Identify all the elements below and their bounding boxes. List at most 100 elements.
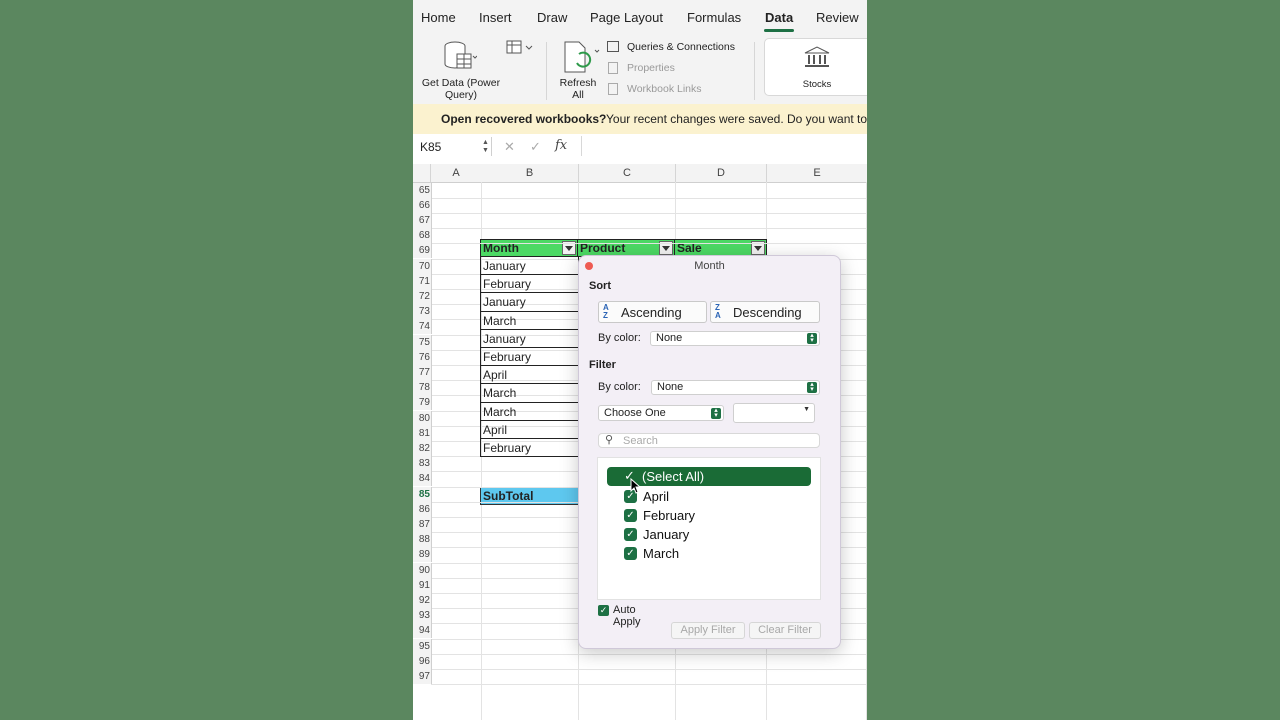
row-header[interactable]: 76 [413, 349, 432, 365]
sort-by-color-select[interactable]: None ▴ ▾ [650, 331, 820, 346]
tab-formulas[interactable]: Formulas [687, 10, 741, 25]
filter-by-color-label: By color: [598, 381, 641, 393]
column-header-b[interactable]: B [481, 164, 579, 183]
queries-connections-button[interactable]: Queries & Connections [627, 41, 735, 53]
recovery-notification-bar: Open recovered workbooks? Your recent ch… [413, 104, 867, 135]
tab-page-layout[interactable]: Page Layout [590, 10, 663, 25]
select-all-label: (Select All) [642, 469, 705, 484]
row-header[interactable]: 96 [413, 653, 432, 669]
column-header-e[interactable]: E [767, 164, 867, 183]
row-header[interactable]: 85 [413, 486, 432, 502]
month-cell[interactable]: February [480, 274, 579, 294]
row-header[interactable]: 94 [413, 623, 432, 639]
sort-descending-button[interactable]: ZA Descending [710, 301, 820, 323]
column-header-a[interactable]: A [431, 164, 482, 183]
row-header[interactable]: 67 [413, 212, 432, 229]
notification-title[interactable]: Open recovered workbooks? [441, 112, 606, 126]
row-header[interactable]: 72 [413, 288, 432, 305]
descending-label: Descending [733, 305, 802, 320]
month-cell[interactable]: January [480, 292, 579, 312]
notification-message: Your recent changes were saved. Do you w… [606, 112, 867, 126]
month-cell[interactable]: January [480, 256, 579, 276]
row-header[interactable]: 88 [413, 532, 432, 548]
row-header[interactable]: 87 [413, 516, 432, 533]
row-header[interactable]: 66 [413, 197, 432, 213]
sort-ascending-button[interactable]: AZ Ascending [598, 301, 707, 323]
row-header[interactable]: 73 [413, 304, 432, 320]
month-cell[interactable]: April [480, 365, 579, 385]
properties-icon [608, 62, 618, 74]
row-header[interactable]: 93 [413, 608, 432, 624]
insert-function-icon[interactable]: fx [555, 138, 567, 153]
row-header[interactable]: 78 [413, 380, 432, 396]
sort-by-color-value: None [656, 332, 683, 344]
list-item-label: March [643, 546, 680, 561]
tab-review[interactable]: Review [816, 10, 859, 25]
row-header[interactable]: 84 [413, 471, 432, 487]
table-from-range-icon[interactable] [506, 40, 536, 56]
checkbox-checked-icon[interactable]: ✓ [624, 509, 637, 522]
row-header[interactable]: 75 [413, 334, 432, 350]
filter-popover: Month Sort AZ Ascending ZA Descending By… [578, 255, 841, 649]
tab-draw[interactable]: Draw [537, 10, 567, 25]
checkbox-checked-icon[interactable]: ✓ [624, 528, 637, 541]
row-header[interactable]: 70 [413, 258, 432, 274]
properties-button[interactable]: Properties [627, 62, 675, 74]
condition-value-combo[interactable]: ▼ [733, 403, 815, 423]
row-header[interactable]: 90 [413, 562, 432, 578]
refresh-all-button[interactable]: Refresh All [553, 38, 603, 101]
row-header[interactable]: 77 [413, 364, 432, 381]
gridline [431, 653, 867, 655]
row-header[interactable]: 83 [413, 456, 432, 472]
stocks-button[interactable]: Stocks [764, 38, 867, 96]
get-data-button[interactable]: Get Data (Power Query) [419, 38, 503, 101]
row-header[interactable]: 86 [413, 501, 432, 517]
row-header[interactable]: 97 [413, 668, 432, 685]
month-cell[interactable]: April [480, 419, 579, 439]
month-cell[interactable]: February [480, 347, 579, 367]
select-all-corner[interactable] [413, 164, 431, 183]
cancel-icon[interactable]: ✕ [504, 139, 515, 155]
checkbox-checked-icon[interactable]: ✓ [624, 547, 637, 560]
formula-input[interactable] [581, 136, 867, 156]
tab-data[interactable]: Data [765, 10, 793, 25]
row-header[interactable]: 92 [413, 592, 432, 609]
row-header[interactable]: 65 [413, 182, 432, 198]
row-header[interactable]: 79 [413, 395, 432, 411]
month-cell[interactable]: March [480, 401, 579, 421]
month-cell[interactable]: March [480, 383, 579, 403]
row-header[interactable]: 68 [413, 228, 432, 244]
search-field[interactable]: ⚲ Search [598, 433, 820, 448]
month-cell[interactable]: February [480, 438, 579, 458]
clear-filter-button[interactable]: Clear Filter [749, 622, 821, 639]
row-header[interactable]: 81 [413, 425, 432, 441]
row-header[interactable]: 80 [413, 410, 432, 426]
row-header[interactable]: 95 [413, 638, 432, 654]
apply-filter-button[interactable]: Apply Filter [671, 622, 745, 639]
search-placeholder: Search [623, 435, 658, 447]
column-header-c[interactable]: C [579, 164, 676, 183]
confirm-icon[interactable]: ✓ [530, 139, 541, 155]
sort-descending-icon: ZA [715, 303, 721, 320]
checkbox-checked-icon[interactable]: ✓ [598, 605, 609, 616]
month-cell[interactable]: March [480, 310, 579, 330]
row-header[interactable]: 91 [413, 577, 432, 593]
month-cell[interactable]: January [480, 328, 579, 348]
search-icon: ⚲ [605, 434, 614, 446]
tab-insert[interactable]: Insert [479, 10, 512, 25]
workbook-links-button[interactable]: Workbook Links [627, 83, 702, 95]
header-cell-month[interactable]: Month [480, 239, 578, 257]
row-header[interactable]: 71 [413, 273, 432, 289]
bank-icon [804, 46, 830, 67]
name-box[interactable]: K85 ▲ ▼ [413, 137, 492, 156]
tab-home[interactable]: Home [421, 10, 456, 25]
row-header[interactable]: 74 [413, 319, 432, 335]
row-header[interactable]: 69 [413, 243, 432, 259]
row-header[interactable]: 82 [413, 440, 432, 457]
column-header-d[interactable]: D [676, 164, 767, 183]
ribbon-separator [546, 42, 547, 100]
row-header[interactable]: 89 [413, 547, 432, 563]
filter-by-color-select[interactable]: None ▴ ▾ [651, 380, 820, 395]
name-box-stepper-icon[interactable]: ▲ ▼ [482, 139, 489, 155]
condition-select[interactable]: Choose One ▴ ▾ [598, 405, 724, 421]
